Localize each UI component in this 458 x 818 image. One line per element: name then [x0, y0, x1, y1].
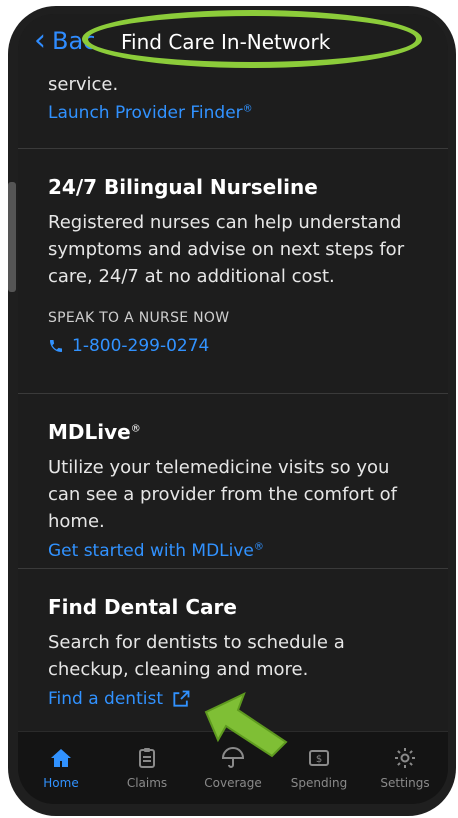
dollar-icon: $: [309, 750, 329, 766]
tab-label: Settings: [380, 776, 430, 790]
nurse-phone-number: 1-800-299-0274: [72, 336, 210, 356]
highlight-ellipse-annotation: [82, 10, 422, 68]
dental-description: Search for dentists to schedule a checku…: [48, 632, 345, 680]
phone-icon: [50, 340, 62, 352]
mdlive-title: MDLive®: [48, 394, 418, 444]
tab-claims[interactable]: Claims: [104, 732, 190, 804]
home-icon: [51, 749, 71, 767]
nurse-phone-link[interactable]: 1-800-299-0274: [48, 336, 418, 356]
mdlive-section: MDLive® Utilize your telemedicine visits…: [18, 394, 448, 569]
mdlive-get-started-link[interactable]: Get started with MDLive®: [48, 541, 418, 561]
registered-mark: ®: [130, 423, 141, 435]
green-arrow-annotation: [204, 692, 288, 758]
tab-label: Home: [43, 776, 79, 790]
registered-mark: ®: [253, 541, 264, 553]
provider-tail-text: service.: [48, 74, 119, 95]
nurseline-title: 24/7 Bilingual Nurseline: [48, 175, 318, 199]
tab-settings[interactable]: Settings: [362, 732, 448, 804]
tab-label: Spending: [290, 776, 348, 790]
clipboard-icon: [139, 748, 155, 768]
provider-finder-section: service. Launch Provider Finder®: [18, 71, 448, 149]
nurseline-caption: SPEAK TO A NURSE NOW: [48, 310, 230, 326]
app-screen: ‹ Back Find Care In-Network service. Lau…: [18, 14, 448, 804]
external-link-icon: [173, 690, 190, 707]
tab-home[interactable]: Home: [18, 732, 104, 804]
tab-label: Coverage: [204, 776, 262, 790]
content-scroll-area[interactable]: service. Launch Provider Finder® 24/7 Bi…: [18, 72, 448, 744]
svg-text:$: $: [316, 754, 322, 765]
chevron-left-icon: ‹: [34, 23, 46, 58]
phone-side-button: [8, 182, 16, 292]
nurseline-section: 24/7 Bilingual Nurseline Registered nurs…: [18, 149, 448, 394]
mdlive-title-text: MDLive: [48, 420, 131, 444]
mdlive-description: Utilize your telemedicine visits so you …: [48, 457, 397, 532]
dental-title: Find Dental Care: [48, 595, 237, 619]
find-dentist-label: Find a dentist: [48, 689, 163, 709]
registered-mark: ®: [242, 103, 253, 115]
launch-provider-finder-link[interactable]: Launch Provider Finder®: [48, 103, 418, 123]
gear-icon: [395, 748, 415, 768]
launch-provider-finder-label: Launch Provider Finder: [48, 103, 243, 123]
mdlive-link-label: Get started with MDLive: [48, 541, 254, 561]
nurseline-description: Registered nurses can help understand sy…: [48, 212, 405, 287]
tab-label: Claims: [126, 776, 168, 790]
